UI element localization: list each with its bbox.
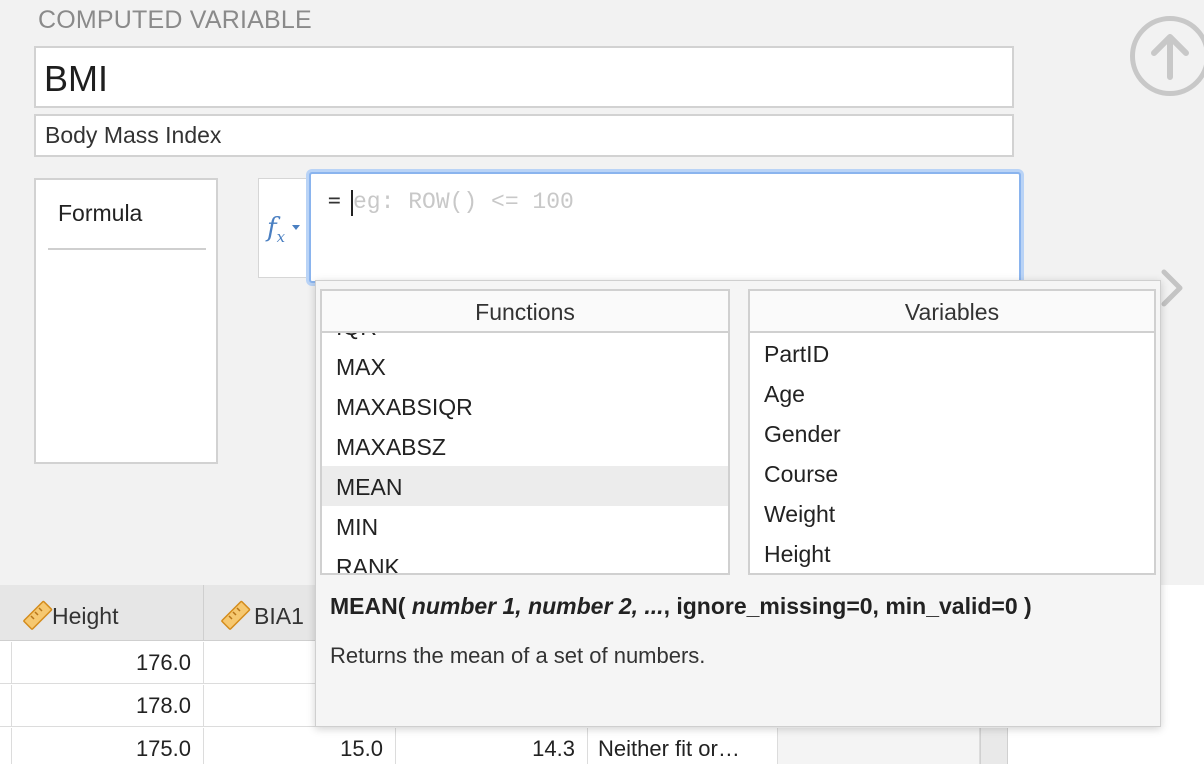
ruler-icon bbox=[23, 600, 53, 630]
table-cell[interactable] bbox=[778, 728, 980, 764]
list-item[interactable]: Gender bbox=[750, 413, 1154, 453]
list-item[interactable]: IQR bbox=[322, 333, 728, 346]
section-title: COMPUTED VARIABLE bbox=[38, 6, 312, 34]
function-description: Returns the mean of a set of numbers. bbox=[330, 643, 706, 668]
table-cell[interactable] bbox=[204, 642, 324, 684]
arrow-up-icon bbox=[1151, 34, 1189, 80]
table-cell[interactable]: 178.0 bbox=[12, 685, 204, 727]
chevron-down-icon bbox=[292, 225, 300, 230]
signature-name: MEAN( bbox=[330, 593, 406, 619]
formula-helper-popup: Functions IQR MAX MAXABSIQR MAXABSZ MEAN… bbox=[315, 280, 1161, 727]
ruler-icon bbox=[221, 600, 251, 630]
list-item[interactable]: PartID bbox=[750, 333, 1154, 373]
table-cell[interactable]: 175.0 bbox=[12, 728, 204, 764]
variable-type-list: Formula bbox=[34, 178, 218, 464]
table-cell[interactable]: 14.3 bbox=[396, 728, 588, 764]
function-picker-button[interactable]: fx bbox=[258, 178, 310, 278]
signature-args: number 1, number 2, ... bbox=[411, 593, 664, 619]
variables-panel-title: Variables bbox=[750, 291, 1154, 333]
variable-description-input[interactable]: Body Mass Index bbox=[34, 114, 1014, 157]
row-gutter bbox=[0, 728, 12, 764]
table-cell[interactable]: 176.0 bbox=[12, 642, 204, 684]
functions-panel: Functions IQR MAX MAXABSIQR MAXABSZ MEAN… bbox=[320, 289, 730, 575]
formula-equals-label: = bbox=[328, 188, 341, 212]
table-cell[interactable]: 15.0 bbox=[204, 728, 396, 764]
table-cell[interactable]: Neither fit or… bbox=[588, 728, 778, 764]
list-item[interactable]: Age bbox=[750, 373, 1154, 413]
variables-list[interactable]: PartID Age Gender Course Weight Height bbox=[750, 333, 1154, 573]
variables-panel: Variables PartID Age Gender Course Weigh… bbox=[748, 289, 1156, 575]
list-item[interactable]: MAX bbox=[322, 346, 728, 386]
functions-list[interactable]: IQR MAX MAXABSIQR MAXABSZ MEAN MIN RANK bbox=[322, 333, 728, 573]
table-cell[interactable] bbox=[204, 685, 324, 727]
column-header-bia1[interactable]: BIA1 bbox=[204, 585, 324, 641]
column-header-label: BIA1 bbox=[254, 603, 304, 629]
function-signature: MEAN( number 1, number 2, ..., ignore_mi… bbox=[330, 593, 1032, 620]
list-item[interactable]: RANK bbox=[322, 546, 728, 573]
column-header-height[interactable]: Height bbox=[0, 585, 204, 641]
type-item-formula[interactable]: Formula bbox=[48, 180, 206, 250]
list-item[interactable]: MAXABSIQR bbox=[322, 386, 728, 426]
functions-panel-title: Functions bbox=[322, 291, 728, 333]
list-item[interactable]: MAXABSZ bbox=[322, 426, 728, 466]
list-item[interactable]: Course bbox=[750, 453, 1154, 493]
variable-name-input[interactable]: BMI bbox=[34, 46, 1014, 108]
vertical-scrollbar[interactable] bbox=[980, 728, 1008, 764]
list-item[interactable]: Height bbox=[750, 533, 1154, 573]
list-item[interactable]: Weight bbox=[750, 493, 1154, 533]
formula-input[interactable]: = eg: ROW() <= 100 bbox=[309, 172, 1021, 283]
list-item[interactable]: MIN bbox=[322, 506, 728, 546]
formula-placeholder: eg: ROW() <= 100 bbox=[353, 189, 574, 215]
row-gutter bbox=[0, 642, 12, 684]
signature-rest: , ignore_missing=0, min_valid=0 ) bbox=[663, 593, 1032, 619]
column-header-label: Height bbox=[52, 603, 119, 629]
up-arrow-button[interactable] bbox=[1130, 16, 1204, 96]
list-item-selected[interactable]: MEAN bbox=[322, 466, 728, 506]
function-icon: fx bbox=[267, 213, 286, 247]
row-gutter bbox=[0, 685, 12, 727]
